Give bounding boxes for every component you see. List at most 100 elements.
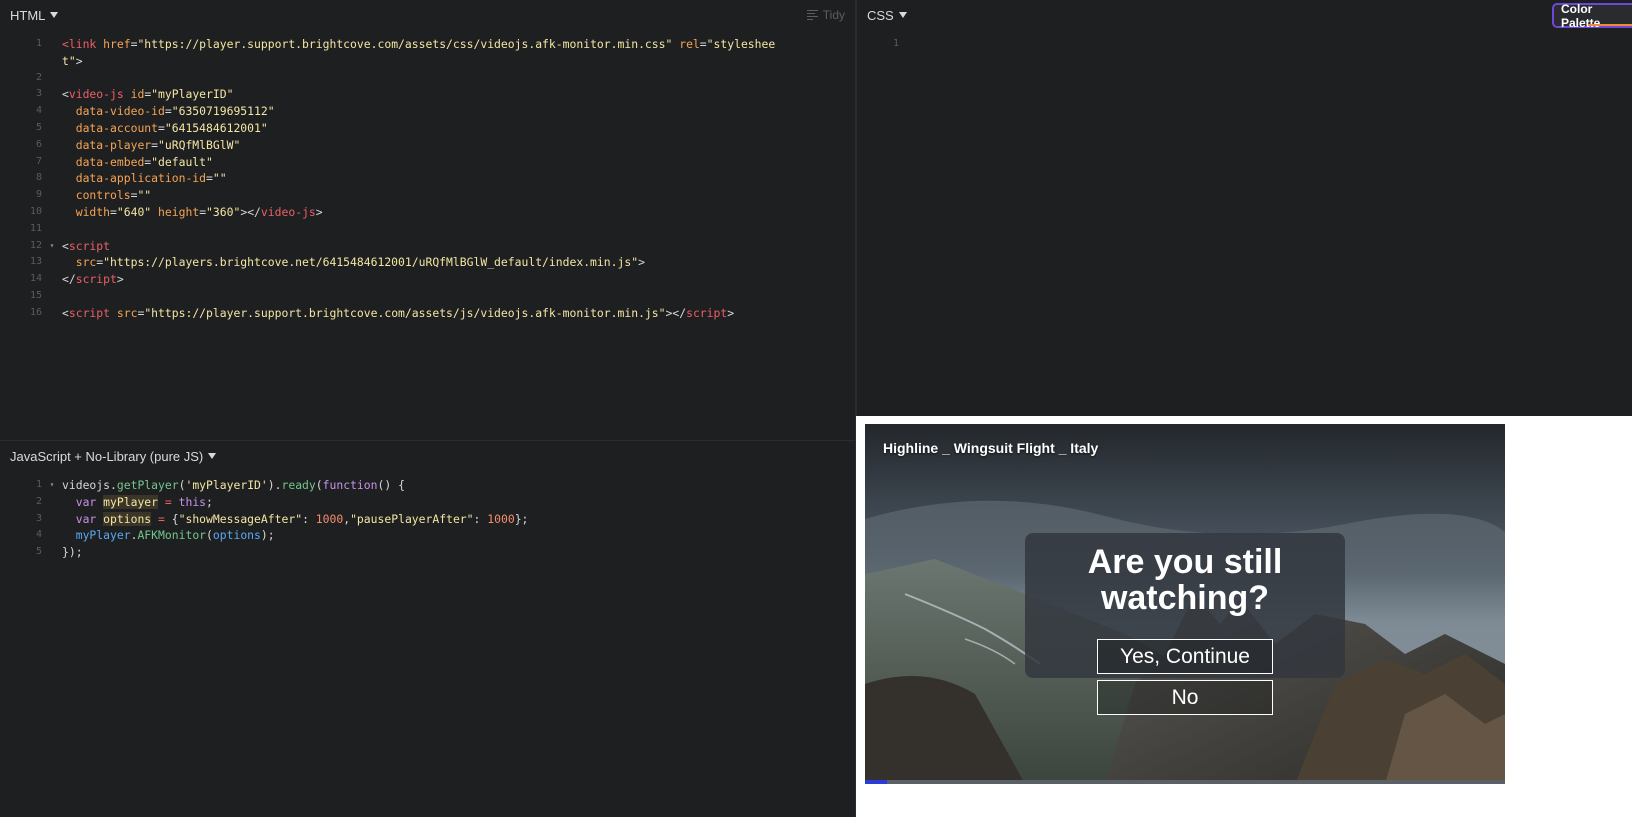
code-token: : [473, 511, 488, 526]
code-line: 1 ▾ videojs.getPlayer ('myPlayerID').ready (… [0, 477, 855, 494]
code-text: data-video-id="6350719695112" [62, 103, 275, 120]
code-line: 16 <script src="https://player.support.br… [0, 305, 855, 322]
code-token: width [75, 204, 111, 219]
html-code-editor[interactable]: 1 <link href = "https://player.support.brig… [0, 30, 855, 322]
code-token: > [315, 204, 323, 219]
fold-gutter [42, 254, 62, 271]
code-text: data-player="uRQfMlBGlW" [62, 137, 241, 154]
code-token: <link [62, 37, 104, 51]
line-number: 2 [35, 71, 42, 83]
code-text: width="640" height="360"></video-js> [62, 204, 323, 221]
line-number: 12 [29, 239, 42, 251]
line-number: 1 [35, 479, 42, 490]
code-line: 5}); [0, 544, 855, 561]
js-language-label: JavaScript + No-Library (pure JS) [10, 448, 204, 464]
code-token: script [68, 238, 111, 253]
code-line: 1 <link href = "https://player.support.brig… [0, 36, 855, 53]
code-text: controls="" [62, 187, 151, 204]
code-token: height [158, 204, 200, 219]
code-token: rel [679, 37, 700, 51]
video-player[interactable]: Highline _ Wingsuit Flight _ Italy Are y… [865, 424, 1505, 784]
code-token: function [322, 478, 378, 492]
code-token: = [206, 171, 213, 186]
js-code-editor[interactable]: 1 ▾ videojs.getPlayer('myPlayerID').ready(… [0, 471, 855, 561]
fold-gutter [42, 288, 62, 305]
code-line: 8 data-application-id="" [0, 170, 855, 187]
fold-gutter [42, 271, 62, 288]
code-token: () { [377, 478, 405, 492]
code-text: data-account="6415484612001" [62, 120, 268, 137]
css-code-editor[interactable]: 1 [857, 30, 1632, 53]
code-token: controls [75, 188, 131, 203]
no-button[interactable]: No [1097, 680, 1273, 715]
code-token: getPlayer [116, 478, 179, 492]
code-token: ></ [665, 305, 687, 320]
code-token: AFKMonitor [137, 528, 207, 543]
code-line: 6 data-player="uRQfMlBGlW" [0, 137, 855, 154]
yes-continue-button[interactable]: Yes, Continue [1097, 639, 1273, 674]
pane-divider[interactable] [855, 0, 856, 817]
fold-gutter [42, 204, 62, 221]
code-line: 3 var options = {"showMessageAfter": 100… [0, 511, 855, 528]
code-token: "default" [151, 154, 213, 169]
fold-gutter [42, 36, 62, 53]
code-text: videojs.getPlayer('myPlayerID').ready(fu… [62, 477, 405, 494]
code-token: > [638, 255, 645, 270]
code-line: 10 width="640" height="360"></video-js> [0, 204, 855, 221]
code-token: = [151, 137, 159, 152]
line-number: 4 [35, 105, 42, 117]
afk-question-text: Are you still watching? [1087, 543, 1283, 617]
fold-toggle-icon[interactable]: ▾ [42, 477, 62, 494]
code-token: : [302, 511, 316, 526]
code-token: > [75, 53, 83, 68]
code-token: }); [62, 545, 83, 560]
code-token: video-js [260, 204, 316, 219]
html-editor-pane: HTML Tidy 1 <link href = "https://player.su… [0, 0, 855, 440]
line-number: 9 [35, 189, 42, 201]
code-text: var options = {"showMessageAfter": 1000,… [62, 511, 528, 528]
code-text: }); [62, 544, 83, 561]
html-pane-header: HTML Tidy [0, 0, 855, 30]
html-language-select[interactable]: HTML [10, 8, 59, 23]
code-token: "" [212, 171, 227, 186]
code-token: videojs. [62, 478, 117, 492]
code-token: ready [281, 478, 316, 492]
code-token: src [116, 305, 138, 320]
progress-bar-fill [865, 780, 888, 784]
code-token: options [103, 511, 152, 526]
code-token: 'myPlayerID' [185, 478, 268, 492]
code-line: 2 [0, 70, 855, 87]
line-number: 3 [35, 88, 42, 100]
code-token: script [686, 305, 728, 320]
code-token: "https://players.brightcove.net/64154846… [103, 255, 639, 270]
fold-gutter [42, 187, 62, 204]
code-token: var [75, 511, 97, 526]
fold-gutter [42, 527, 62, 544]
code-token: "6350719695112" [171, 104, 275, 119]
code-token: href [103, 37, 131, 51]
line-number: 1 [892, 38, 899, 49]
js-editor-pane: JavaScript + No-Library (pure JS) 1 ▾ vide… [0, 440, 855, 817]
line-number: 15 [29, 289, 42, 301]
code-line: 13 src="https://players.brightcove.net/6… [0, 254, 855, 271]
line-number: 5 [35, 121, 42, 133]
fold-gutter [42, 544, 62, 561]
progress-bar-track[interactable] [865, 780, 1505, 784]
tidy-label: Tidy [822, 8, 845, 22]
code-token: src [75, 255, 97, 270]
code-text: <script src="https://player.support.brig… [62, 305, 734, 322]
code-token: this [178, 494, 207, 509]
line-number: 3 [35, 512, 42, 524]
code-text: src="https://players.brightcove.net/6415… [62, 254, 645, 271]
code-text: var myPlayer = this; [62, 494, 213, 511]
css-language-select[interactable]: CSS [867, 8, 907, 23]
fold-toggle-icon[interactable]: ▾ [42, 238, 62, 255]
tidy-button[interactable]: Tidy [806, 8, 845, 22]
code-token: options [212, 528, 261, 543]
js-language-select[interactable]: JavaScript + No-Library (pure JS) [10, 448, 217, 464]
css-editor-pane: CSS 1 Color Palette [856, 0, 1632, 416]
